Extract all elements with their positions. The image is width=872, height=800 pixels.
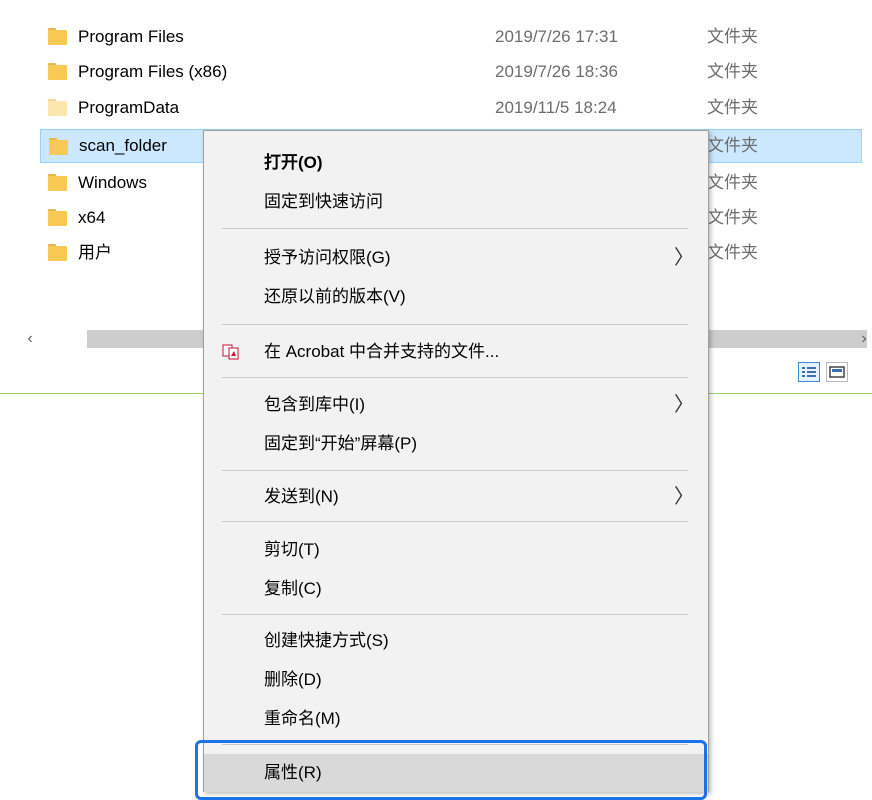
file-name: scan_folder	[79, 136, 167, 155]
menu-separator	[222, 324, 688, 325]
chevron-right-icon: 〉	[674, 247, 694, 269]
menu-item-label: 还原以前的版本(V)	[264, 287, 406, 306]
menu-separator	[222, 614, 688, 615]
menu-item-label: 固定到快速访问	[264, 192, 383, 211]
menu-item-label: 打开(O)	[264, 153, 323, 172]
scroll-left-arrow[interactable]: ‹	[22, 330, 38, 348]
menu-item-label: 授予访问权限(G)	[264, 248, 391, 267]
folder-icon	[49, 138, 68, 155]
menu-item-grant-access[interactable]: 授予访问权限(G) 〉	[204, 240, 708, 276]
folder-icon	[48, 174, 67, 191]
menu-item-create-shortcut[interactable]: 创建快捷方式(S)	[204, 623, 708, 659]
chevron-right-icon: 〉	[674, 486, 694, 508]
menu-item-label: 重命名(M)	[264, 709, 341, 728]
file-type: 文件夹	[707, 27, 758, 46]
file-type: 文件夹	[707, 243, 758, 262]
file-row[interactable]: Program Files (x86) 2019/7/26 18:36 文件夹	[40, 57, 860, 87]
large-icons-view-icon[interactable]	[826, 362, 848, 382]
file-date: 2019/7/26 18:36	[495, 62, 618, 81]
folder-icon	[48, 244, 67, 261]
context-menu: 打开(O) 固定到快速访问 授予访问权限(G) 〉 还原以前的版本(V) 在 A…	[203, 130, 709, 792]
folder-icon	[48, 28, 67, 45]
acrobat-icon	[222, 344, 239, 360]
menu-item-label: 创建快捷方式(S)	[264, 631, 389, 650]
file-name: ProgramData	[78, 98, 180, 117]
menu-item-copy[interactable]: 复制(C)	[204, 571, 708, 607]
menu-item-label: 固定到“开始”屏幕(P)	[264, 434, 417, 453]
menu-item-acrobat-merge[interactable]: 在 Acrobat 中合并支持的文件...	[204, 334, 708, 370]
menu-item-label: 复制(C)	[264, 579, 322, 598]
file-name: x64	[78, 208, 106, 227]
menu-separator	[222, 377, 688, 378]
folder-icon	[48, 209, 67, 226]
file-name: Program Files (x86)	[78, 62, 228, 81]
menu-separator	[222, 521, 688, 522]
file-name: 用户	[78, 243, 112, 262]
menu-separator	[222, 470, 688, 471]
file-type: 文件夹	[707, 136, 758, 155]
chevron-right-icon: 〉	[674, 394, 694, 416]
menu-item-label: 发送到(N)	[264, 487, 339, 506]
menu-item-label: 在 Acrobat 中合并支持的文件...	[264, 342, 500, 361]
scroll-right-arrow[interactable]: ›	[856, 330, 872, 348]
file-name: Program Files	[78, 27, 184, 46]
folder-icon	[48, 99, 67, 116]
file-type: 文件夹	[707, 62, 758, 81]
highlight-box	[195, 740, 707, 800]
menu-item-rename[interactable]: 重命名(M)	[204, 701, 708, 737]
menu-item-label: 剪切(T)	[264, 540, 320, 559]
menu-item-pin-quick-access[interactable]: 固定到快速访问	[204, 184, 708, 220]
details-view-icon[interactable]	[798, 362, 820, 382]
menu-item-label: 删除(D)	[264, 670, 322, 689]
file-type: 文件夹	[707, 98, 758, 117]
file-date: 2019/11/5 18:24	[495, 98, 617, 117]
file-type: 文件夹	[707, 173, 758, 192]
folder-icon	[48, 63, 67, 80]
file-row[interactable]: ProgramData 2019/11/5 18:24 文件夹	[40, 93, 860, 123]
menu-item-open[interactable]: 打开(O)	[204, 145, 708, 181]
menu-item-delete[interactable]: 删除(D)	[204, 662, 708, 698]
file-date: 2019/7/26 17:31	[495, 27, 618, 46]
menu-item-send-to[interactable]: 发送到(N) 〉	[204, 479, 708, 515]
menu-item-label: 包含到库中(I)	[264, 395, 366, 414]
menu-item-restore-versions[interactable]: 还原以前的版本(V)	[204, 279, 708, 315]
file-row[interactable]: Program Files 2019/7/26 17:31 文件夹	[40, 22, 860, 52]
file-type: 文件夹	[707, 208, 758, 227]
menu-item-include-library[interactable]: 包含到库中(I) 〉	[204, 387, 708, 423]
menu-separator	[222, 228, 688, 229]
file-name: Windows	[78, 173, 147, 192]
menu-item-cut[interactable]: 剪切(T)	[204, 532, 708, 568]
view-toggle	[798, 362, 848, 382]
menu-item-pin-start[interactable]: 固定到“开始”屏幕(P)	[204, 426, 708, 462]
